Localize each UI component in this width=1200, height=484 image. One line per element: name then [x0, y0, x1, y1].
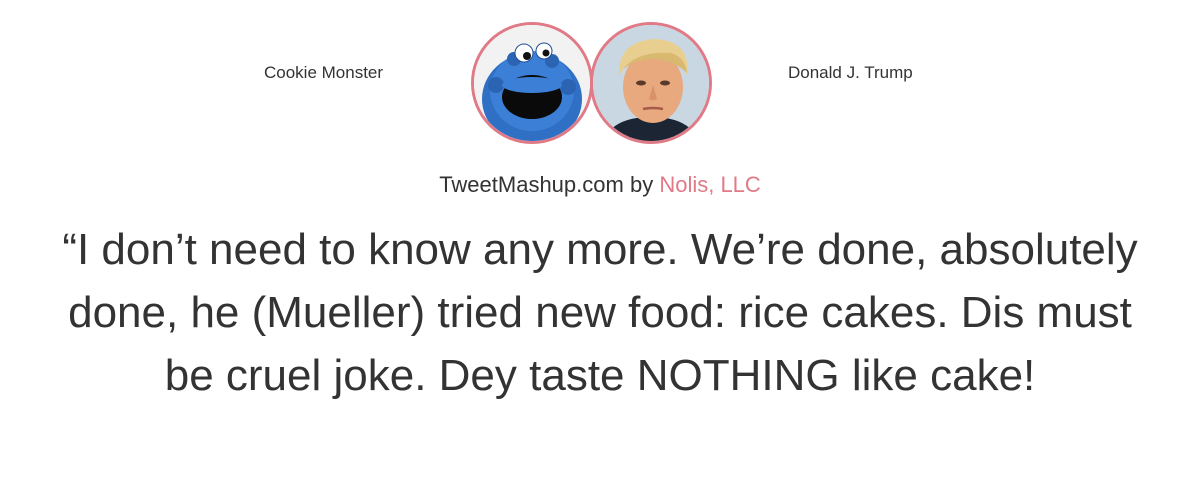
site-name: TweetMashup.com: [439, 172, 624, 197]
donald-trump-icon: [593, 25, 709, 141]
company-link[interactable]: Nolis, LLC: [659, 172, 760, 197]
attribution-line: TweetMashup.com by Nolis, LLC: [0, 172, 1200, 198]
attribution-by: by: [629, 172, 654, 197]
author-name-left: Cookie Monster: [264, 63, 384, 82]
author-name-right: Donald J. Trump: [788, 63, 913, 82]
cookie-monster-icon: [474, 25, 590, 141]
cookie-monster-avatar: [471, 22, 593, 144]
donald-trump-avatar: [590, 22, 712, 144]
mashup-quote: “I don’t need to know any more. We’re do…: [62, 225, 1138, 400]
